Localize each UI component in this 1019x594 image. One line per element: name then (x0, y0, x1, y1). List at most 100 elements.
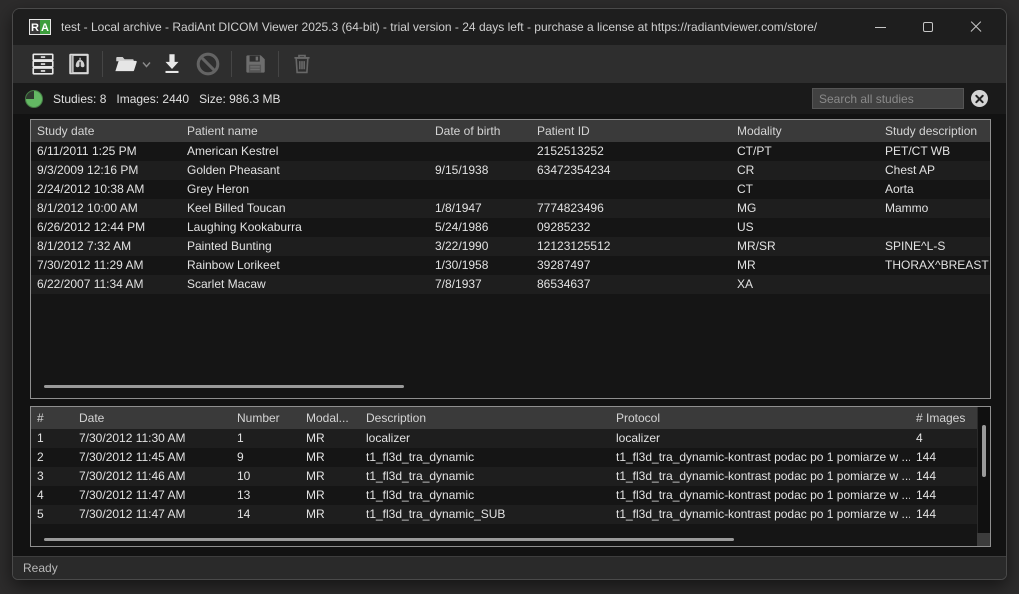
study-date-cell: 6/26/2012 12:44 PM (31, 218, 181, 237)
maximize-button[interactable] (904, 9, 952, 45)
delete-button[interactable] (284, 48, 320, 80)
study-description-cell (879, 218, 990, 237)
study-description-cell: THORAX^BREAST (879, 256, 990, 275)
open-study-button[interactable] (61, 48, 97, 80)
modality-cell: CR (731, 161, 879, 180)
series-index-cell: 4 (31, 486, 73, 505)
series-index-cell: 3 (31, 467, 73, 486)
main-content: Study date Patient name Date of birth Pa… (13, 114, 1006, 558)
import-images-button[interactable] (154, 48, 190, 80)
study-date-cell: 9/3/2009 12:16 PM (31, 161, 181, 180)
series-row[interactable]: 2 7/30/2012 11:45 AM 9 MR t1_fl3d_tra_dy… (31, 448, 977, 467)
save-icon (242, 51, 268, 77)
series-index-cell: 2 (31, 448, 73, 467)
study-row[interactable]: 8/1/2012 10:00 AM Keel Billed Toucan 1/8… (31, 199, 990, 218)
column-header-patient-name[interactable]: Patient name (181, 120, 429, 142)
column-header-study-date[interactable]: Study date (31, 120, 181, 142)
close-icon (970, 21, 982, 33)
patient-name-cell: Keel Billed Toucan (181, 199, 429, 218)
patient-name-cell: Painted Bunting (181, 237, 429, 256)
series-row[interactable]: 1 7/30/2012 11:30 AM 1 MR localizer loca… (31, 429, 977, 448)
patient-name-cell: Laughing Kookaburra (181, 218, 429, 237)
date-of-birth-cell (429, 142, 531, 161)
patient-id-cell: 63472354234 (531, 161, 731, 180)
app-logo-letter-r: R (30, 20, 40, 34)
study-row[interactable]: 2/24/2012 10:38 AM Grey Heron CT Aorta (31, 180, 990, 199)
import-download-icon (159, 51, 185, 77)
series-modality-cell: MR (300, 467, 360, 486)
series-table-body: 1 7/30/2012 11:30 AM 1 MR localizer loca… (31, 429, 977, 524)
toolbar-separator (102, 51, 103, 77)
column-header-description[interactable]: Description (360, 407, 610, 429)
study-date-cell: 2/24/2012 10:38 AM (31, 180, 181, 199)
study-row[interactable]: 8/1/2012 7:32 AM Painted Bunting 3/22/19… (31, 237, 990, 256)
series-number-cell: 13 (231, 486, 300, 505)
column-header-protocol[interactable]: Protocol (610, 407, 910, 429)
patient-id-cell: 09285232 (531, 218, 731, 237)
column-header-study-description[interactable]: Study description (879, 120, 990, 142)
study-date-cell: 8/1/2012 7:32 AM (31, 237, 181, 256)
series-row[interactable]: 3 7/30/2012 11:46 AM 10 MR t1_fl3d_tra_d… (31, 467, 977, 486)
archive-info-strip: Studies: 8 Images: 2440 Size: 986.3 MB (13, 83, 1006, 114)
study-date-cell: 6/22/2007 11:34 AM (31, 275, 181, 294)
close-button[interactable] (952, 9, 1000, 45)
series-vertical-scrollbar[interactable] (977, 407, 990, 546)
studies-table-panel: Study date Patient name Date of birth Pa… (30, 119, 991, 399)
column-header-image-count[interactable]: # Images (910, 407, 977, 429)
date-of-birth-cell: 1/8/1947 (429, 199, 531, 218)
patient-name-cell: American Kestrel (181, 142, 429, 161)
patient-id-cell: 12123125512 (531, 237, 731, 256)
maximize-icon (923, 22, 933, 32)
search-input[interactable] (812, 88, 964, 109)
patient-id-cell: 2152513252 (531, 142, 731, 161)
clear-search-button[interactable] (971, 90, 988, 107)
column-header-date[interactable]: Date (73, 407, 231, 429)
studies-horizontal-scrollbar[interactable] (44, 385, 404, 388)
clear-search-icon (975, 94, 984, 103)
modality-cell: CT/PT (731, 142, 879, 161)
study-description-cell: Mammo (879, 199, 990, 218)
summary-studies: Studies: 8 (53, 92, 106, 106)
minimize-button[interactable] (856, 9, 904, 45)
series-number-cell: 9 (231, 448, 300, 467)
study-date-cell: 7/30/2012 11:29 AM (31, 256, 181, 275)
series-protocol-cell: t1_fl3d_tra_dynamic-kontrast podac po 1 … (610, 448, 910, 467)
cancel-button[interactable] (190, 48, 226, 80)
save-button[interactable] (237, 48, 273, 80)
series-description-cell: t1_fl3d_tra_dynamic (360, 486, 610, 505)
scrollbar-corner (977, 533, 990, 546)
study-description-cell: PET/CT WB (879, 142, 990, 161)
series-protocol-cell: t1_fl3d_tra_dynamic-kontrast podac po 1 … (610, 505, 910, 524)
series-modality-cell: MR (300, 486, 360, 505)
series-horizontal-scrollbar[interactable] (44, 538, 734, 541)
series-description-cell: t1_fl3d_tra_dynamic_SUB (360, 505, 610, 524)
study-row[interactable]: 6/22/2007 11:34 AM Scarlet Macaw 7/8/193… (31, 275, 990, 294)
column-header-number-sign[interactable]: # (31, 407, 73, 429)
series-vertical-scrollbar-thumb[interactable] (982, 425, 986, 477)
study-row[interactable]: 7/30/2012 11:29 AM Rainbow Lorikeet 1/30… (31, 256, 990, 275)
column-header-modality[interactable]: Modality (731, 120, 879, 142)
series-date-cell: 7/30/2012 11:30 AM (73, 429, 231, 448)
series-row[interactable]: 4 7/30/2012 11:47 AM 13 MR t1_fl3d_tra_d… (31, 486, 977, 505)
series-row[interactable]: 5 7/30/2012 11:47 AM 14 MR t1_fl3d_tra_d… (31, 505, 977, 524)
patient-id-cell: 39287497 (531, 256, 731, 275)
open-folder-icon (112, 51, 140, 77)
study-row[interactable]: 9/3/2009 12:16 PM Golden Pheasant 9/15/1… (31, 161, 990, 180)
series-date-cell: 7/30/2012 11:46 AM (73, 467, 231, 486)
series-image-count-cell: 144 (910, 486, 977, 505)
column-header-date-of-birth[interactable]: Date of birth (429, 120, 531, 142)
window-controls (856, 9, 1000, 45)
study-description-cell (879, 275, 990, 294)
open-folder-button[interactable] (108, 48, 154, 80)
patient-name-cell: Golden Pheasant (181, 161, 429, 180)
series-description-cell: t1_fl3d_tra_dynamic (360, 467, 610, 486)
study-row[interactable]: 6/26/2012 12:44 PM Laughing Kookaburra 5… (31, 218, 990, 237)
study-row[interactable]: 6/11/2011 1:25 PM American Kestrel 21525… (31, 142, 990, 161)
column-header-patient-id[interactable]: Patient ID (531, 120, 731, 142)
local-archive-button[interactable] (25, 48, 61, 80)
series-description-cell: t1_fl3d_tra_dynamic (360, 448, 610, 467)
column-header-modality[interactable]: Modal... (300, 407, 360, 429)
patient-id-cell: 7774823496 (531, 199, 731, 218)
column-header-series-number[interactable]: Number (231, 407, 300, 429)
study-date-cell: 6/11/2011 1:25 PM (31, 142, 181, 161)
